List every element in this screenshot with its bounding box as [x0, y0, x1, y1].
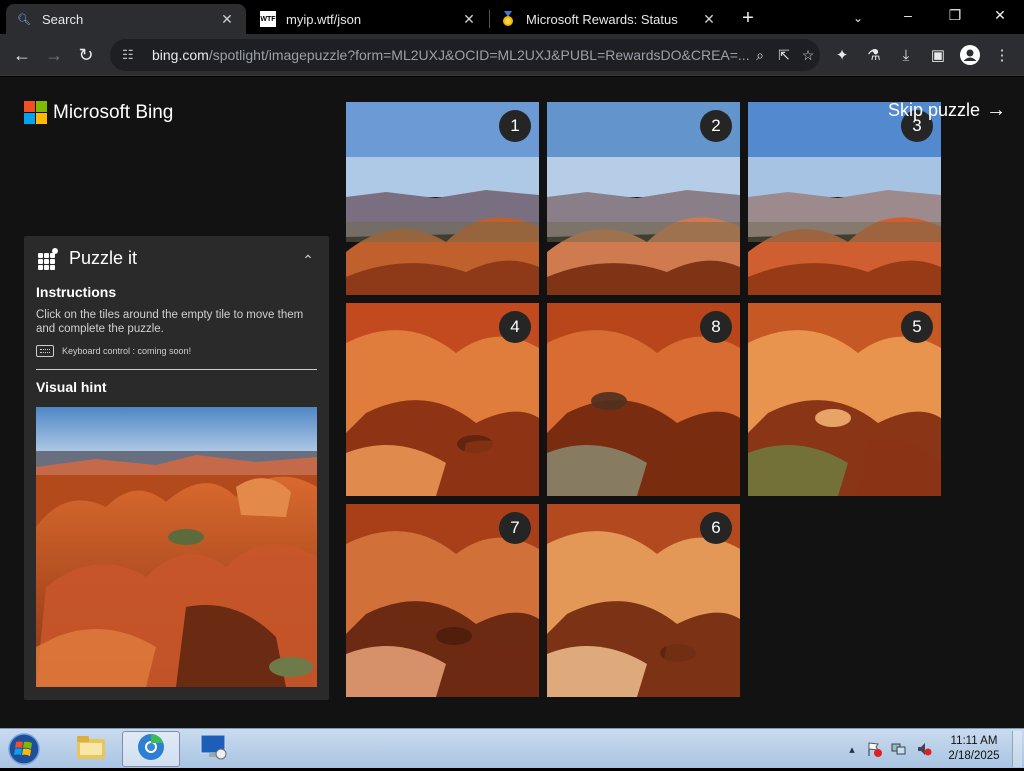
extensions-icon[interactable]: ✦ [830, 43, 854, 67]
bookmark-star-icon[interactable]: ☆ [798, 45, 818, 65]
menu-kebab-icon[interactable]: ⋮ [990, 43, 1014, 67]
show-desktop-button[interactable] [1012, 731, 1022, 767]
puzzle-tile-7[interactable]: 7 [346, 504, 539, 697]
skip-puzzle-label: Skip puzzle [888, 100, 981, 120]
tab-title: Microsoft Rewards: Status [526, 11, 678, 27]
keyboard-icon [36, 345, 54, 357]
arrow-right-icon: → [986, 99, 1007, 121]
tile-number-badge: 4 [499, 311, 531, 343]
new-tab-button[interactable]: + [736, 6, 760, 30]
taskbar-chrome[interactable] [122, 731, 180, 767]
puzzle-tile-1[interactable]: 1 [346, 102, 539, 295]
puzzle-tile-6[interactable]: 6 [547, 504, 740, 697]
instructions-heading: Instructions [36, 284, 117, 300]
instructions-text: Click on the tiles around the empty tile… [36, 309, 304, 335]
folder-icon [75, 733, 107, 766]
zoom-icon[interactable]: ⌕ [750, 45, 770, 65]
minimize-button[interactable]: – [888, 2, 928, 28]
volume-muted-icon[interactable] [916, 741, 932, 757]
tab-rewards[interactable]: Microsoft Rewards: Status ✕ [490, 4, 728, 34]
bing-brand[interactable]: Microsoft Bing [24, 101, 173, 124]
puzzle-grid-icon [38, 247, 58, 270]
browser-globe-icon [136, 732, 166, 767]
browser-toolbar: ← → ↻ ☷ bing.com/spotlight/imagepuzzle?f… [0, 34, 1024, 76]
tile-number-badge: 6 [700, 512, 732, 544]
tile-number-badge: 5 [901, 311, 933, 343]
keyboard-note: Keyboard control : coming soon! [36, 345, 191, 357]
start-button[interactable] [6, 732, 42, 766]
reload-button[interactable]: ↻ [72, 41, 100, 69]
action-center-flag-icon[interactable] [866, 741, 882, 757]
tab-search-chevron-icon[interactable]: ⌄ [846, 6, 870, 30]
panel-header: Puzzle it [38, 247, 138, 270]
tab-search[interactable]: 🔍︎ Search ✕ [6, 4, 246, 34]
tab-title: myip.wtf/json [286, 11, 362, 27]
panel-title: Puzzle it [69, 248, 138, 268]
visual-hint-heading: Visual hint [36, 379, 107, 395]
visual-hint-image [36, 407, 317, 687]
puzzle-tile-2[interactable]: 2 [547, 102, 740, 295]
system-clock[interactable]: 11:11 AM 2/18/2025 [942, 734, 1006, 764]
panel-divider [36, 369, 317, 370]
microsoft-logo-icon [24, 101, 47, 124]
window-close-button[interactable]: ✕ [980, 2, 1020, 28]
tile-number-badge: 7 [499, 512, 531, 544]
brand-name: Microsoft Bing [53, 101, 174, 123]
remote-desktop-icon [197, 732, 229, 767]
taskbar-remote-desktop[interactable] [184, 731, 242, 767]
side-panel-icon[interactable]: ▣ [926, 43, 950, 67]
restore-button[interactable]: ❐ [935, 2, 975, 28]
close-icon[interactable]: ✕ [218, 10, 236, 28]
close-icon[interactable]: ✕ [460, 10, 478, 28]
puzzle-tile-5[interactable]: 5 [748, 303, 941, 496]
close-icon[interactable]: ✕ [700, 10, 718, 28]
puzzle-tile-4[interactable]: 4 [346, 303, 539, 496]
rewards-medal-icon [500, 11, 516, 27]
taskbar-explorer[interactable] [62, 731, 120, 767]
clock-date: 2/18/2025 [948, 750, 1000, 762]
windows-taskbar: ▴ 11:11 AM 2/18/2025 [0, 728, 1024, 768]
tray-expand-icon[interactable]: ▴ [844, 741, 860, 757]
keyboard-note-text: Keyboard control : coming soon! [62, 346, 192, 356]
tab-title: Search [42, 11, 84, 27]
skip-puzzle-link[interactable]: Skip puzzle → [888, 99, 1006, 122]
labs-flask-icon[interactable]: ⚗ [862, 43, 886, 67]
network-icon[interactable] [891, 741, 907, 757]
download-icon[interactable]: ⤓ [894, 43, 918, 67]
tile-number-badge: 1 [499, 110, 531, 142]
site-settings-icon[interactable]: ☷ [122, 47, 140, 63]
clock-time: 11:11 AM [950, 735, 998, 747]
address-bar[interactable]: ☷ bing.com/spotlight/imagepuzzle?form=ML… [110, 39, 820, 71]
wtf-favicon-icon: WTF [260, 11, 276, 27]
profile-avatar-icon[interactable] [958, 43, 982, 67]
share-icon[interactable]: ⇱ [774, 45, 794, 65]
url-text[interactable]: bing.com/spotlight/imagepuzzle?form=ML2U… [152, 47, 752, 63]
tile-number-badge: 2 [700, 110, 732, 142]
puzzle-page: Microsoft Bing Puzzle it ⌃ Instructions … [0, 77, 1024, 728]
search-icon: 🔍︎ [17, 13, 31, 26]
tab-myip[interactable]: WTF myip.wtf/json ✕ [250, 4, 488, 34]
puzzle-info-panel: Puzzle it ⌃ Instructions Click on the ti… [24, 236, 329, 700]
tile-number-badge: 8 [700, 311, 732, 343]
puzzle-tile-8[interactable]: 8 [547, 303, 740, 496]
collapse-chevron-icon[interactable]: ⌃ [298, 250, 318, 270]
forward-button[interactable]: → [40, 41, 68, 69]
puzzle-tile-3[interactable]: 3 [748, 102, 941, 295]
back-button[interactable]: ← [8, 41, 36, 69]
tab-strip: 🔍︎ Search ✕ WTF myip.wtf/json ✕ Microsof… [0, 0, 1024, 34]
